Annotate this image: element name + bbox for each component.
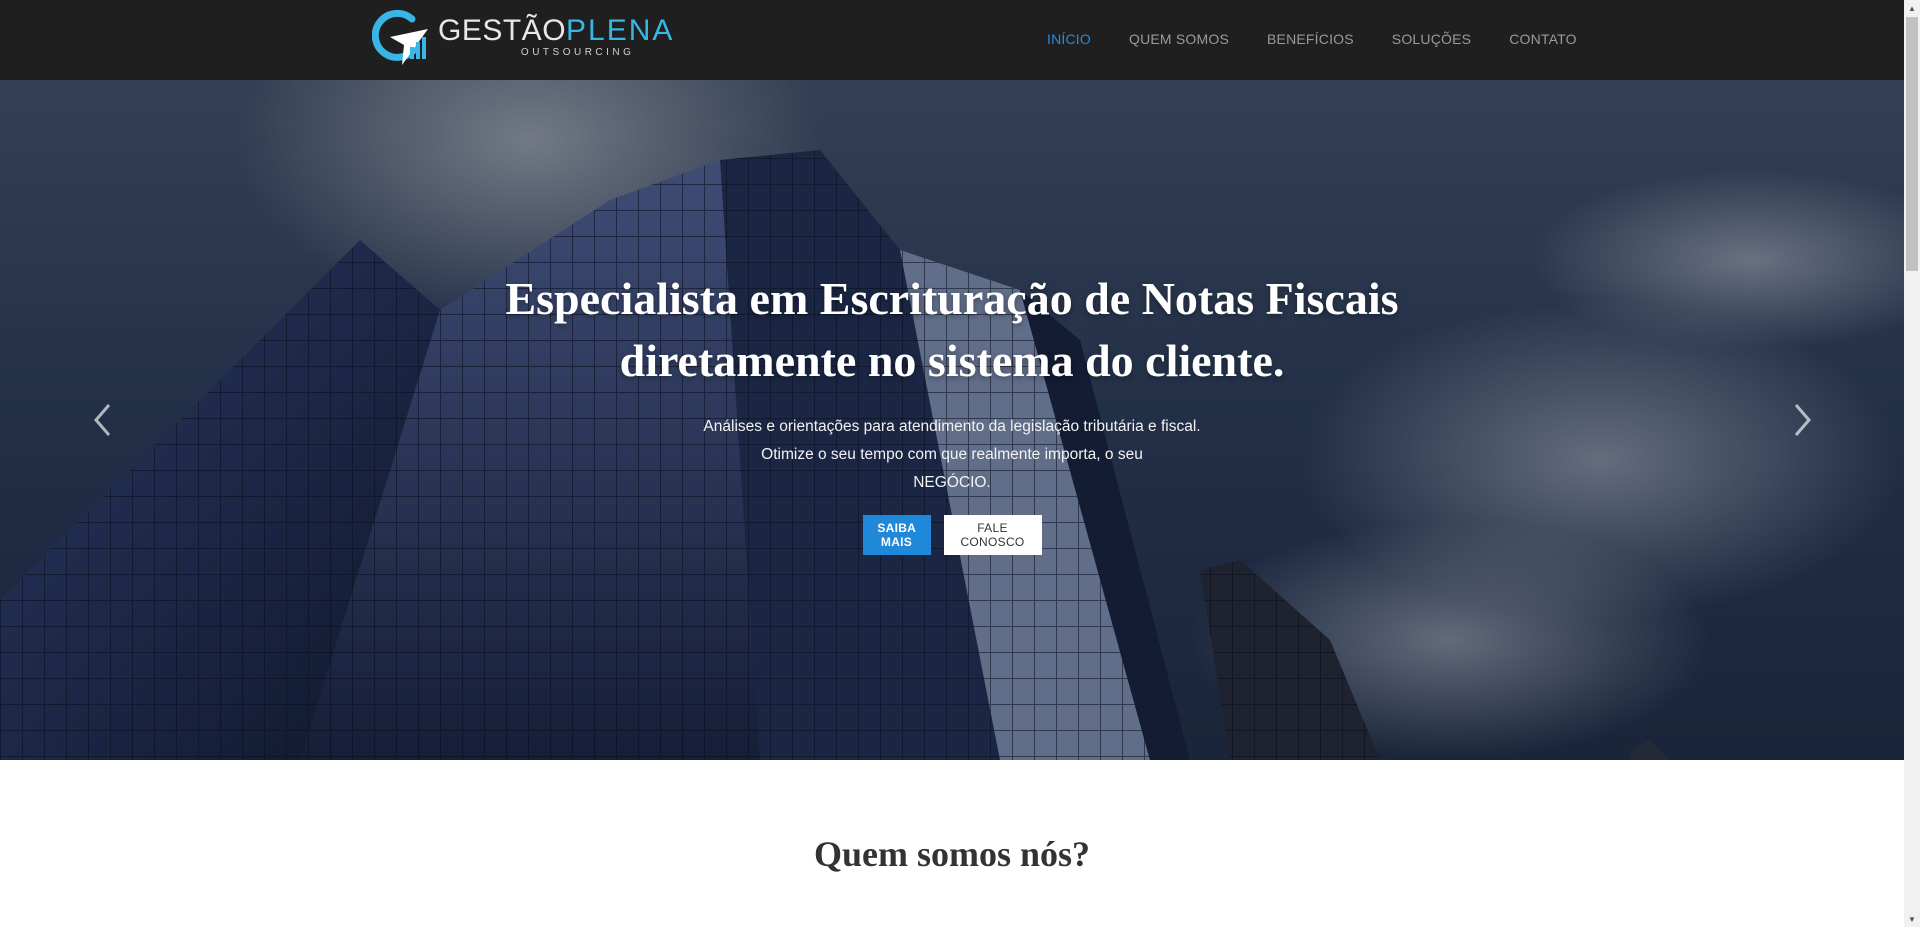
slider-prev-button[interactable]	[82, 398, 122, 442]
scroll-down-arrow-icon[interactable]: ▼	[1904, 911, 1920, 927]
chevron-left-icon	[94, 404, 111, 436]
scrollbar-thumb[interactable]	[1906, 17, 1918, 271]
slider-next-button[interactable]	[1783, 398, 1823, 442]
nav-item-solucoes[interactable]: SOLUÇÕES	[1392, 31, 1471, 47]
saiba-mais-button[interactable]: SAIBA MAIS	[862, 515, 931, 555]
hero-title-line1: Especialista em Escrituração de Notas Fi…	[505, 273, 1399, 324]
nav-item-beneficios[interactable]: BENEFÍCIOS	[1267, 31, 1354, 47]
brand-wordmark: GESTÃOPLENA OUTSOURCING	[438, 16, 674, 58]
top-navbar: GESTÃOPLENA OUTSOURCING INÍCIO QUEM SOMO…	[0, 0, 1904, 80]
about-section-title: Quem somos nós?	[813, 834, 1091, 874]
hero-text-line3: NEGÓCIO.	[913, 474, 991, 491]
brand-name-part1: GESTÃO	[438, 14, 567, 47]
hero-text-line1: Análises e orientações para atendimento …	[703, 418, 1201, 435]
hero-title: Especialista em Escrituração de Notas Fi…	[0, 268, 1904, 392]
hero-buttons: SAIBA MAIS FALE CONOSCO	[0, 515, 1904, 555]
hero-description: Análises e orientações para atendimento …	[0, 413, 1904, 497]
brand-name-part2: PLENA	[566, 14, 675, 47]
hero-title-line2: diretamente no sistema do cliente.	[619, 335, 1285, 386]
fale-conosco-button[interactable]: FALE CONOSCO	[943, 515, 1042, 555]
scroll-up-arrow-icon[interactable]: ▲	[1904, 0, 1920, 16]
chevron-right-icon	[1794, 404, 1811, 436]
gp-logo-mark-icon	[372, 9, 428, 65]
main-nav: INÍCIO QUEM SOMOS BENEFÍCIOS SOLUÇÕES CO…	[1047, 31, 1577, 49]
nav-item-quem-somos[interactable]: QUEM SOMOS	[1129, 31, 1229, 47]
hero-text-line2: Otimize o seu tempo com que realmente im…	[761, 446, 1143, 463]
page-scrollbar[interactable]: ▲ ▼	[1904, 0, 1920, 927]
brand-logo[interactable]: GESTÃOPLENA OUTSOURCING	[372, 7, 674, 67]
nav-item-inicio[interactable]: INÍCIO	[1047, 31, 1091, 47]
hero-slider: Especialista em Escrituração de Notas Fi…	[0, 80, 1904, 760]
brand-tagline: OUTSOURCING	[520, 47, 635, 58]
nav-item-contato[interactable]: CONTATO	[1509, 31, 1577, 47]
